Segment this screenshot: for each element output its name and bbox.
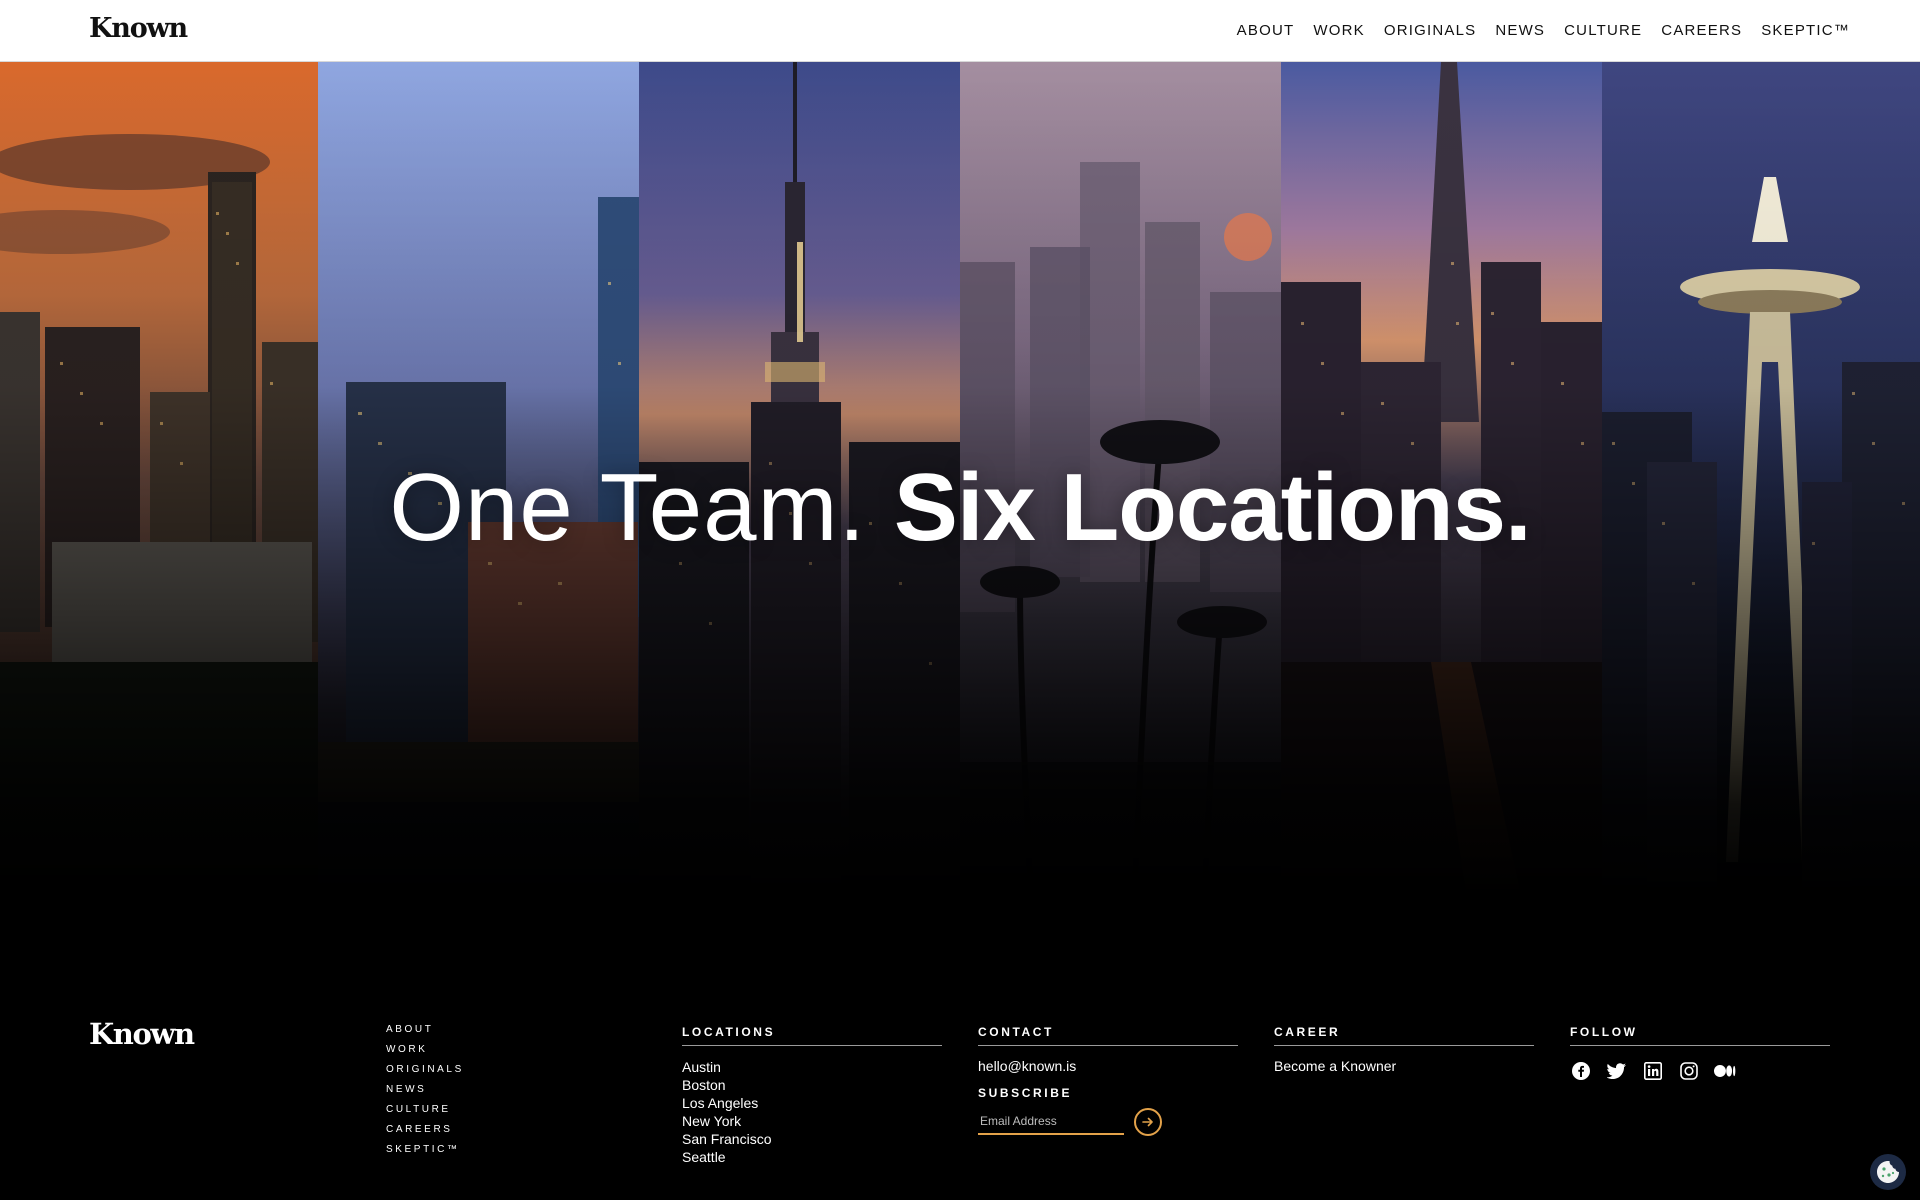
headline-bold: Six Locations. bbox=[893, 454, 1532, 561]
cookie-settings-button[interactable] bbox=[1870, 1154, 1906, 1190]
headline-light: One Team. bbox=[389, 454, 894, 561]
subscribe-form bbox=[978, 1108, 1238, 1136]
footer-brand-logo[interactable]: Known bbox=[89, 1017, 195, 1051]
nav-skeptic[interactable]: SKEPTIC™ bbox=[1761, 22, 1850, 39]
footer-locations: LOCATIONS Austin Boston Los Angeles New … bbox=[682, 1025, 942, 1166]
footer-nav-originals[interactable]: ORIGINALS bbox=[386, 1064, 464, 1076]
subscribe-submit-button[interactable] bbox=[1134, 1108, 1162, 1136]
location-item: Seattle bbox=[682, 1149, 726, 1165]
nav-news[interactable]: NEWS bbox=[1495, 22, 1545, 39]
footer-nav-careers[interactable]: CAREERS bbox=[386, 1124, 464, 1136]
locations-list: Austin Boston Los Angeles New York San F… bbox=[682, 1058, 942, 1166]
locations-title: LOCATIONS bbox=[682, 1025, 942, 1046]
location-item: Austin bbox=[682, 1059, 721, 1075]
follow-title: FOLLOW bbox=[1570, 1025, 1830, 1046]
location-item: Boston bbox=[682, 1077, 726, 1093]
footer-nav-news[interactable]: NEWS bbox=[386, 1084, 464, 1096]
nav-careers[interactable]: CAREERS bbox=[1661, 22, 1742, 39]
location-item: Los Angeles bbox=[682, 1095, 759, 1111]
instagram-icon[interactable] bbox=[1678, 1060, 1700, 1082]
site-footer: Known ABOUT WORK ORIGINALS NEWS CULTURE … bbox=[0, 990, 1920, 1200]
main-nav: ABOUT WORK ORIGINALS NEWS CULTURE CAREER… bbox=[1237, 22, 1850, 39]
arrow-right-icon bbox=[1142, 1117, 1153, 1127]
twitter-icon[interactable] bbox=[1606, 1060, 1628, 1082]
cookie-icon bbox=[1877, 1161, 1899, 1183]
contact-email-link[interactable]: hello@known.is bbox=[978, 1058, 1238, 1074]
subscribe-email-input[interactable] bbox=[978, 1109, 1124, 1135]
medium-icon[interactable] bbox=[1714, 1060, 1736, 1082]
subscribe-title: SUBSCRIBE bbox=[978, 1086, 1073, 1100]
footer-nav-skeptic[interactable]: SKEPTIC™ bbox=[386, 1144, 464, 1156]
hero-section: One Team. Six Locations. bbox=[0, 62, 1920, 990]
footer-follow: FOLLOW bbox=[1570, 1025, 1830, 1082]
nav-work[interactable]: WORK bbox=[1313, 22, 1364, 39]
social-links bbox=[1570, 1060, 1830, 1082]
footer-nav-culture[interactable]: CULTURE bbox=[386, 1104, 464, 1116]
nav-about[interactable]: ABOUT bbox=[1237, 22, 1295, 39]
footer-nav-work[interactable]: WORK bbox=[386, 1044, 464, 1056]
site-header: Known ABOUT WORK ORIGINALS NEWS CULTURE … bbox=[0, 0, 1920, 62]
location-item: New York bbox=[682, 1113, 742, 1129]
hero-headline: One Team. Six Locations. bbox=[0, 460, 1920, 556]
footer-nav-about[interactable]: ABOUT bbox=[386, 1024, 464, 1036]
footer-nav: ABOUT WORK ORIGINALS NEWS CULTURE CAREER… bbox=[386, 1024, 464, 1156]
footer-career: CAREER Become a Knowner bbox=[1274, 1025, 1534, 1074]
contact-title: CONTACT bbox=[978, 1025, 1238, 1046]
nav-culture[interactable]: CULTURE bbox=[1564, 22, 1642, 39]
linkedin-icon[interactable] bbox=[1642, 1060, 1664, 1082]
brand-logo[interactable]: Known bbox=[89, 13, 188, 44]
career-title: CAREER bbox=[1274, 1025, 1534, 1046]
footer-contact: CONTACT hello@known.is SUBSCRIBE bbox=[978, 1025, 1238, 1136]
become-a-knowner-link[interactable]: Become a Knowner bbox=[1274, 1058, 1534, 1074]
location-item: San Francisco bbox=[682, 1131, 772, 1147]
nav-originals[interactable]: ORIGINALS bbox=[1384, 22, 1477, 39]
facebook-icon[interactable] bbox=[1570, 1060, 1592, 1082]
